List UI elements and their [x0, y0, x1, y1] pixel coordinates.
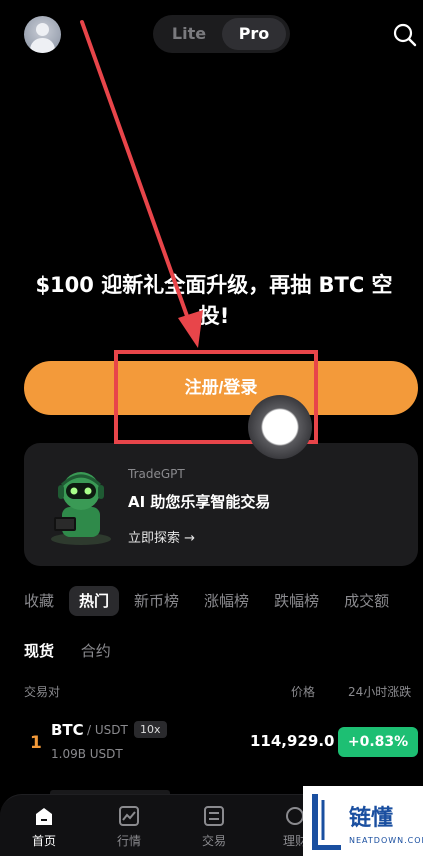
tab-futures[interactable]: 合约 — [81, 642, 111, 660]
home-icon — [36, 808, 52, 825]
tab-favorites[interactable]: 收藏 — [14, 586, 64, 616]
column-header-price: 价格 — [291, 685, 316, 699]
row-price: 114,929.0 — [250, 732, 335, 750]
mode-switch[interactable]: Lite Pro — [153, 15, 290, 53]
nav-item-label: 行情 — [116, 834, 141, 848]
column-header-pair: 交易对 — [24, 685, 61, 699]
market-category-tabs: 收藏 热门 新币榜 涨幅榜 跌幅榜 成交额 — [14, 586, 404, 616]
watermark-logo-icon — [312, 794, 341, 850]
nav-item-markets[interactable]: 行情 — [99, 805, 159, 849]
nav-item-trade[interactable]: 交易 — [184, 805, 244, 849]
trade-icon — [204, 806, 224, 826]
row-rank: 1 — [30, 733, 42, 753]
table-row[interactable]: 1 BTC / USDT 10x 1.09B USDT 114,929.0 +0… — [0, 713, 423, 773]
tab-volume[interactable]: 成交额 — [334, 586, 399, 616]
market-type-tabs: 现货 合约 — [24, 640, 133, 661]
tab-losers[interactable]: 跌幅榜 — [264, 586, 329, 616]
register-login-button[interactable]: 注册/登录 — [24, 361, 418, 415]
avatar-body-shape — [30, 38, 55, 53]
mode-option-lite[interactable]: Lite — [157, 18, 221, 50]
tab-hot[interactable]: 热门 — [69, 586, 120, 616]
explore-link[interactable]: 立即探索 → — [128, 527, 195, 546]
row-symbol: BTC — [51, 721, 84, 739]
mode-option-pro[interactable]: Pro — [222, 18, 286, 50]
row-change-badge[interactable]: +0.83% — [338, 727, 418, 757]
watermark-subtext: NEATDOWN.COM — [349, 836, 423, 845]
row-leverage-badge: 10x — [134, 721, 167, 738]
row-volume: 1.09B USDT — [51, 747, 123, 761]
tab-gainers[interactable]: 涨幅榜 — [194, 586, 259, 616]
nav-item-label: 交易 — [201, 834, 226, 848]
watermark-text: 链懂 — [349, 806, 394, 831]
avatar-head-shape — [36, 23, 49, 36]
search-icon[interactable] — [392, 22, 418, 48]
robot-mascot-icon — [51, 472, 111, 545]
nav-item-label: 首页 — [31, 834, 56, 848]
tab-new-listings[interactable]: 新币榜 — [124, 586, 189, 616]
column-header-change: 24小时涨跌 — [348, 685, 412, 699]
touch-indicator — [248, 395, 312, 459]
site-watermark: 链懂 NEATDOWN.COM — [303, 786, 423, 856]
user-avatar[interactable] — [24, 16, 61, 53]
tradegpt-card[interactable]: TradeGPT AI 助您乐享智能交易 立即探索 → — [24, 443, 418, 566]
nav-item-home[interactable]: 首页 — [14, 805, 74, 849]
tab-spot[interactable]: 现货 — [24, 642, 54, 660]
tradegpt-brand: TradeGPT — [128, 467, 185, 481]
chart-icon — [119, 806, 139, 826]
tradegpt-title: AI 助您乐享智能交易 — [128, 493, 271, 511]
row-quote-currency: / USDT — [87, 723, 128, 737]
promo-headline: $100 迎新礼全面升级，再抽 BTC 空投! — [35, 273, 393, 328]
